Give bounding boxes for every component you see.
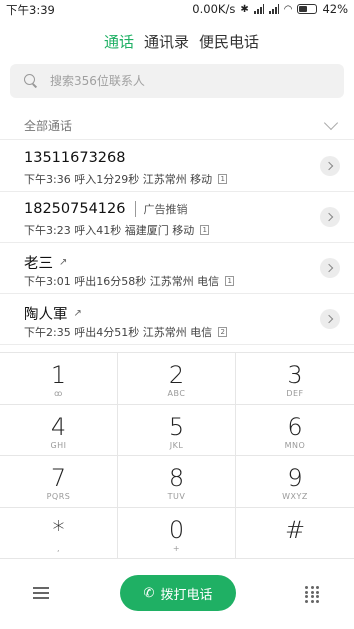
caller-name: 老三 [24, 256, 53, 272]
key-letters: , [56, 543, 61, 553]
call-name-row: 老三 ↗ [24, 252, 67, 273]
key-letters: TUV [167, 492, 186, 501]
bluetooth-icon: ✱ [240, 3, 249, 15]
key-digit: * [52, 515, 65, 544]
signal-icon [253, 4, 264, 14]
bottom-bar: ✆ 拨打电话 [0, 559, 354, 629]
key-digit: 5 [168, 412, 185, 441]
key-letters: JKL [169, 440, 184, 450]
tab-contacts[interactable]: 通讯录 [144, 31, 189, 52]
key-4[interactable]: 4 GHI [0, 404, 118, 456]
key-1[interactable]: 1ꝏ [0, 353, 118, 405]
key-8[interactable]: 8 TUV [118, 456, 236, 508]
call-filter[interactable]: 全部通话 [0, 108, 354, 140]
key-2[interactable]: 2 ABC [118, 353, 236, 405]
key-letters: ABC [167, 389, 186, 398]
caller-tag: 广告推销 [135, 201, 187, 217]
sim-icon: 1 [218, 174, 228, 184]
call-detail-arrow-icon[interactable] [320, 258, 340, 278]
chevron-down-icon[interactable] [323, 115, 339, 131]
phone-icon: ✆ [143, 585, 155, 601]
key-digit: 0 [168, 515, 185, 544]
search-bar[interactable] [10, 64, 344, 98]
search-icon [24, 74, 38, 88]
key-digit: 2 [168, 361, 185, 389]
key-letters: MNO [284, 440, 306, 450]
key-digit: 4 [50, 412, 67, 441]
wifi-icon: ◠ [283, 3, 293, 15]
call-detail-row: 下午3:36 呼入1分29秒 江苏常州 移动 1 [24, 171, 228, 187]
call-log: 13511673268 下午3:36 呼入1分29秒 江苏常州 移动 1 182… [0, 141, 354, 345]
caller-name: 13511673268 [24, 150, 126, 166]
key-letters: + [172, 543, 181, 553]
call-detail-arrow-icon[interactable] [320, 156, 340, 176]
call-detail: 下午3:23 呼入41秒 福建厦门 移动 [24, 224, 195, 237]
key-digit: 1 [50, 361, 67, 389]
key-digit: # [284, 515, 306, 544]
status-right: 0.00K/s ✱ ◠ 42% [192, 2, 348, 16]
call-name-row: 陶人軍 ↗ [24, 303, 82, 324]
call-name-row: 13511673268 [24, 150, 125, 166]
call-detail-arrow-icon[interactable] [320, 207, 340, 227]
call-detail-arrow-icon[interactable] [320, 309, 340, 329]
call-item[interactable]: 18250754126 广告推销 下午3:23 呼入41秒 福建厦门 移动 1 [0, 192, 354, 243]
call-item[interactable]: 13511673268 下午3:36 呼入1分29秒 江苏常州 移动 1 [0, 141, 354, 192]
call-name-row: 18250754126 广告推销 [24, 201, 187, 217]
search-input[interactable] [50, 74, 310, 88]
key-letters: GHI [50, 440, 67, 450]
key-letters: WXYZ [282, 492, 308, 501]
battery-level: 42% [322, 2, 348, 16]
status-time: 下午3:39 [6, 3, 55, 17]
key-hash[interactable]: # [236, 508, 354, 559]
sim-icon: 2 [218, 327, 228, 337]
key-0[interactable]: 0 + [118, 507, 236, 559]
menu-icon[interactable] [33, 587, 49, 599]
tab-service-numbers[interactable]: 便民电话 [199, 31, 259, 52]
battery-icon [297, 4, 318, 14]
key-digit: 7 [50, 464, 67, 492]
key-9[interactable]: 9 WXYZ [236, 456, 354, 508]
sim-icon: 1 [225, 276, 235, 286]
call-item[interactable]: 陶人軍 ↗ 下午2:35 呼出4分51秒 江苏常州 电信 2 [0, 294, 354, 345]
key-digit: 3 [287, 361, 303, 389]
key-6[interactable]: 6 MNO [236, 405, 354, 456]
call-detail-row: 下午2:35 呼出4分51秒 江苏常州 电信 2 [24, 324, 228, 340]
call-detail: 下午3:36 呼入1分29秒 江苏常州 移动 [24, 173, 213, 186]
key-digit: 6 [287, 412, 303, 441]
filter-label: 全部通话 [24, 119, 73, 133]
voicemail-icon: ꝏ [54, 389, 63, 398]
key-letters: PQRS [46, 492, 71, 501]
outgoing-call-icon: ↗ [73, 308, 82, 319]
call-detail-row: 下午3:23 呼入41秒 福建厦门 移动 1 [24, 222, 210, 238]
dial-keypad: 1ꝏ 2 ABC 3 DEF 4 GHI 5 JKL 6 MNO 7 PQRS 8 TUV 9… [0, 352, 354, 559]
key-digit: 9 [287, 464, 303, 492]
network-speed: 0.00K/s [192, 2, 236, 16]
sim-icon: 1 [200, 225, 210, 235]
outgoing-call-icon: ↗ [59, 257, 68, 268]
call-item[interactable]: 老三 ↗ 下午3:01 呼出16分58秒 江苏常州 电信 1 [0, 243, 354, 294]
key-5[interactable]: 5 JKL [118, 404, 236, 456]
key-star[interactable]: *, [0, 507, 118, 559]
key-letters: DEF [286, 389, 304, 398]
call-detail: 下午2:35 呼出4分51秒 江苏常州 电信 [24, 326, 213, 339]
key-digit: 8 [168, 464, 185, 492]
tab-calls[interactable]: 通话 [104, 31, 134, 52]
dial-button[interactable]: ✆ 拨打电话 [120, 575, 236, 611]
call-detail: 下午3:01 呼出16分58秒 江苏常州 电信 [24, 275, 220, 288]
key-3[interactable]: 3 DEF [236, 353, 354, 405]
status-bar: 下午3:39 0.00K/s ✱ ◠ 42% [0, 0, 354, 20]
signal-icon-2 [268, 4, 279, 14]
caller-name: 18250754126 [24, 201, 126, 217]
call-detail-row: 下午3:01 呼出16分58秒 江苏常州 电信 1 [24, 273, 235, 289]
tab-bar: 通话 通讯录 便民电话 [104, 31, 259, 52]
caller-name: 陶人軍 [24, 307, 68, 323]
key-7[interactable]: 7 PQRS [0, 456, 118, 508]
keypad-toggle-icon[interactable] [305, 586, 319, 603]
dial-button-label: 拨打电话 [160, 587, 213, 603]
